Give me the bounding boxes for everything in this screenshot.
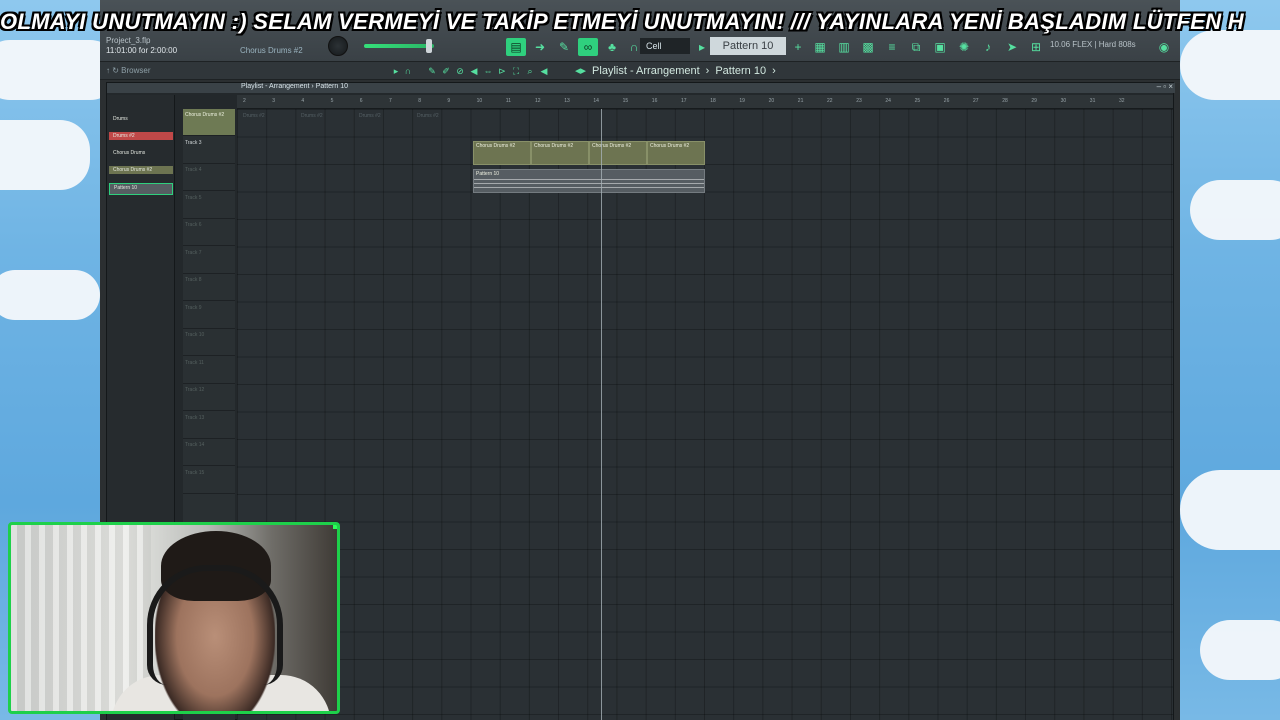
time-status: 11:01:00 for 2:00:00 <box>106 46 178 55</box>
timeline-bar-number: 19 <box>739 98 745 104</box>
magnet-snap-icon[interactable]: ∩ <box>398 62 418 80</box>
timeline-bar-number: 17 <box>681 98 687 104</box>
timeline-bar-number: 32 <box>1119 98 1125 104</box>
webcam-overlay <box>8 522 340 714</box>
timeline-bar-number: 20 <box>768 98 775 104</box>
ghost-clip: Drums #2 <box>301 113 323 119</box>
breadcrumb-playlist[interactable]: Playlist - Arrangement <box>592 65 700 77</box>
ghost-clip: Drums #2 <box>417 113 439 119</box>
track-header[interactable]: Track 3 <box>183 137 235 164</box>
pattern-clip[interactable]: Chorus Drums #2 <box>589 141 647 165</box>
track-header[interactable]: Track 14 <box>183 439 235 466</box>
pattern-clip[interactable]: Chorus Drums #2 <box>647 141 705 165</box>
pattern-item[interactable]: Drums <box>109 115 173 123</box>
pattern-clip[interactable]: Chorus Drums #2 <box>531 141 589 165</box>
timeline-bar-number: 10 <box>476 98 483 104</box>
timeline-bar-number: 16 <box>651 98 658 104</box>
stream-ticker: OLMAYI UNUTMAYIN :) SELAM VERMEYİ VE TAK… <box>0 0 1280 44</box>
timeline-ruler[interactable]: 2 3 4 5 6 7 8 9 10 11 12 13 14 15 16 17 18 19 20 21 22 23 24 25… <box>237 95 1173 109</box>
timeline-bar-number: 18 <box>710 98 716 104</box>
timeline-bar-number: 25 <box>914 98 921 104</box>
browser-arrow-icon: ↑ ↻ <box>106 66 122 75</box>
track-header[interactable]: Track 4 <box>183 164 235 191</box>
clip-label: Pattern 10 <box>476 171 500 177</box>
timeline-bar-number: 22 <box>827 98 833 104</box>
track-header[interactable]: Track 5 <box>183 192 235 219</box>
breadcrumb-arrow-icon: ◂▸ <box>575 65 587 77</box>
breadcrumb-separator-icon: › <box>772 64 776 77</box>
track-header[interactable]: Track 15 <box>183 467 235 494</box>
clip-label: Chorus Drums #2 <box>534 143 574 149</box>
pattern-clip[interactable]: Chorus Drums #2 <box>473 141 531 165</box>
pattern-item[interactable]: Chorus Drums #2 <box>109 166 173 174</box>
breadcrumb-pattern[interactable]: Pattern 10 <box>715 65 766 77</box>
track-header[interactable]: Track 11 <box>183 357 235 384</box>
track-header[interactable]: Track 6 <box>183 219 235 246</box>
secondary-toolbar: ↑ ↻ Browser ▸ ∩ ✎ ✐ ⊘ ◀ ⇔ ⊳ ⛶ ⌕ ◀ ◂▸ Pla… <box>100 62 1180 80</box>
playlist-grid[interactable]: Drums #2 Drums #2 Drums #2 Drums #2 Chor… <box>237 109 1173 720</box>
browser-label[interactable]: ↑ ↻ Browser <box>106 66 151 75</box>
headphones-icon <box>147 565 283 685</box>
timeline-bar-number: 27 <box>973 98 979 104</box>
timeline-bar-number: 23 <box>856 98 862 104</box>
track-header[interactable]: Track 10 <box>183 329 235 356</box>
timeline-bar-number: 28 <box>1002 98 1008 104</box>
track-header[interactable]: Track 9 <box>183 302 235 329</box>
webcam-corner-marker <box>333 525 337 529</box>
timeline-bar-number: 14 <box>593 98 599 104</box>
timeline-bar-number: 24 <box>885 98 891 104</box>
ghost-clip: Drums #2 <box>243 113 265 119</box>
timeline-bar-number: 6 <box>359 98 363 104</box>
timeline-bar-number: 11 <box>505 98 511 104</box>
ticker-text: OLMAYI UNUTMAYIN :) SELAM VERMEYİ VE TAK… <box>0 9 1244 34</box>
browser-label-text: Browser <box>121 66 151 75</box>
clip-label: Chorus Drums #2 <box>650 143 690 149</box>
timeline-bar-number: 21 <box>797 98 804 104</box>
playlist-title: Playlist - Arrangement › Pattern 10 <box>241 83 348 90</box>
cloud-decoration <box>1190 180 1280 240</box>
ghost-clip: Drums #2 <box>359 113 381 119</box>
timeline-bar-number: 8 <box>418 98 421 104</box>
clip-label: Chorus Drums #2 <box>592 143 632 149</box>
track-header[interactable]: Track 7 <box>183 247 235 274</box>
playback-icon[interactable]: ◀ <box>534 62 554 80</box>
timeline-bar-number: 26 <box>943 98 950 104</box>
timeline-bar-number: 2 <box>243 98 246 104</box>
clip-label: Chorus Drums #2 <box>476 143 516 149</box>
playlist-title-bar[interactable]: Playlist - Arrangement › Pattern 10 – ▫ … <box>107 82 1175 93</box>
pattern-10-clip[interactable]: Pattern 10 <box>473 169 705 193</box>
playhead[interactable] <box>601 109 602 720</box>
timeline-bar-number: 3 <box>272 98 275 104</box>
timeline-bar-number: 5 <box>330 98 334 104</box>
timeline-bar-number: 15 <box>622 98 629 104</box>
timeline-bar-number: 4 <box>301 98 305 104</box>
breadcrumb: ◂▸ Playlist - Arrangement › Pattern 10 › <box>575 64 776 78</box>
timeline-bar-number: 29 <box>1031 98 1037 104</box>
timeline-bar-number: 12 <box>535 98 541 104</box>
track-header[interactable]: Track 8 <box>183 274 235 301</box>
timeline-bar-number: 31 <box>1089 98 1096 104</box>
hint-bar: Chorus Drums #2 <box>240 46 303 55</box>
timeline-bar-number: 13 <box>564 98 570 104</box>
timeline-bar-number: 9 <box>447 98 451 104</box>
track-header[interactable]: Track 13 <box>183 412 235 439</box>
cloud-decoration <box>1200 620 1280 680</box>
track-header[interactable]: Track 12 <box>183 384 235 411</box>
close-icon[interactable]: – ▫ × <box>1157 82 1173 91</box>
cloud-decoration <box>1180 470 1280 550</box>
timeline-bar-number: 30 <box>1060 98 1067 104</box>
pattern-item[interactable]: Pattern 10 <box>109 183 173 195</box>
master-pitch-slider[interactable] <box>364 44 434 48</box>
pattern-notes-preview <box>474 179 704 190</box>
timeline-bar-number: 7 <box>389 98 392 104</box>
breadcrumb-separator-icon: › <box>705 64 710 77</box>
cloud-decoration <box>0 120 90 190</box>
cloud-decoration <box>0 270 100 320</box>
pattern-item[interactable]: Chorus Drums <box>109 149 173 157</box>
pattern-item[interactable]: Drums #2 <box>109 132 173 140</box>
track-header[interactable]: Chorus Drums #2 <box>183 109 235 136</box>
